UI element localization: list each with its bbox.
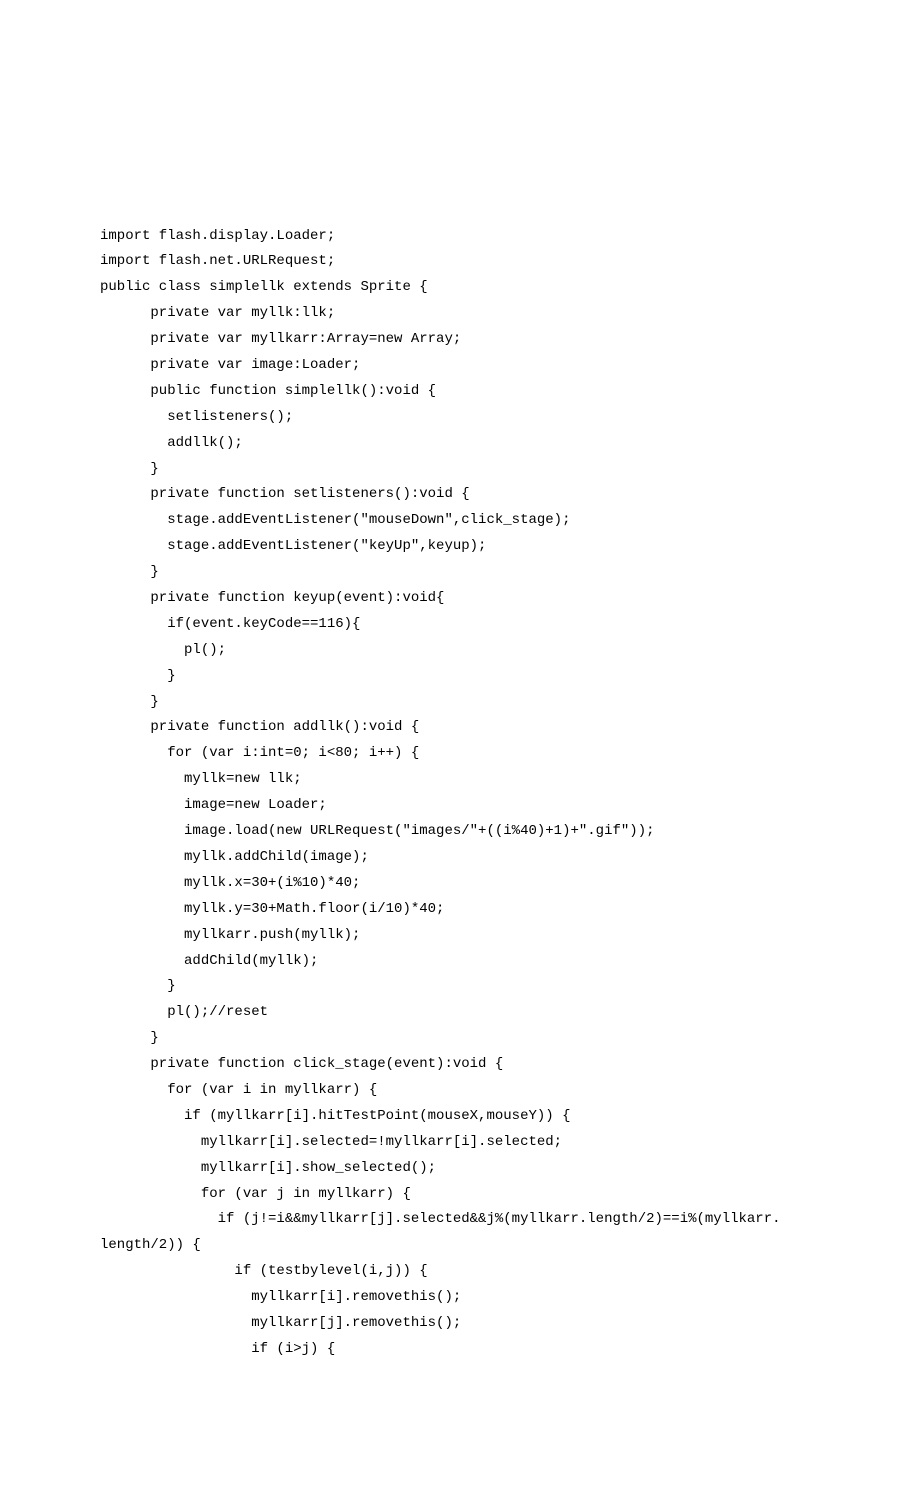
code-line: myllkarr.push(myllk); xyxy=(100,923,820,949)
code-line: myllk.addChild(image); xyxy=(100,845,820,871)
code-line: import flash.net.URLRequest; xyxy=(100,249,820,275)
code-line: if (i>j) { xyxy=(100,1337,820,1363)
code-line: image=new Loader; xyxy=(100,793,820,819)
code-line: image.load(new URLRequest("images/"+((i%… xyxy=(100,819,820,845)
code-line: import flash.display.Loader; xyxy=(100,224,820,250)
code-line: pl();//reset xyxy=(100,1000,820,1026)
code-line: private var myllkarr:Array=new Array; xyxy=(100,327,820,353)
code-line: } xyxy=(100,664,820,690)
code-line: myllk.x=30+(i%10)*40; xyxy=(100,871,820,897)
code-line: } xyxy=(100,1026,820,1052)
code-line: addChild(myllk); xyxy=(100,949,820,975)
code-block: import flash.display.Loader;import flash… xyxy=(100,224,820,1363)
code-line: setlisteners(); xyxy=(100,405,820,431)
code-line: public function simplellk():void { xyxy=(100,379,820,405)
code-line: if(event.keyCode==116){ xyxy=(100,612,820,638)
code-line: if (myllkarr[i].hitTestPoint(mouseX,mous… xyxy=(100,1104,820,1130)
code-line: } xyxy=(100,690,820,716)
code-line: if (j!=i&&myllkarr[j].selected&&j%(myllk… xyxy=(100,1207,820,1233)
code-line: for (var i:int=0; i<80; i++) { xyxy=(100,741,820,767)
code-line: private function setlisteners():void { xyxy=(100,482,820,508)
code-line: for (var j in myllkarr) { xyxy=(100,1182,820,1208)
code-line: } xyxy=(100,974,820,1000)
code-line: myllkarr[i].selected=!myllkarr[i].select… xyxy=(100,1130,820,1156)
code-line: private function keyup(event):void{ xyxy=(100,586,820,612)
code-line: myllkarr[j].removethis(); xyxy=(100,1311,820,1337)
code-line: public class simplellk extends Sprite { xyxy=(100,275,820,301)
code-line: private var myllk:llk; xyxy=(100,301,820,327)
code-line: private function click_stage(event):void… xyxy=(100,1052,820,1078)
code-line: stage.addEventListener("keyUp",keyup); xyxy=(100,534,820,560)
code-line: stage.addEventListener("mouseDown",click… xyxy=(100,508,820,534)
code-line: pl(); xyxy=(100,638,820,664)
code-line: private var image:Loader; xyxy=(100,353,820,379)
code-line: myllk.y=30+Math.floor(i/10)*40; xyxy=(100,897,820,923)
code-line: myllk=new llk; xyxy=(100,767,820,793)
code-line: private function addllk():void { xyxy=(100,715,820,741)
code-line: if (testbylevel(i,j)) { xyxy=(100,1259,820,1285)
code-line: } xyxy=(100,457,820,483)
code-line: myllkarr[i].show_selected(); xyxy=(100,1156,820,1182)
code-line: length/2)) { xyxy=(100,1233,820,1259)
code-line: addllk(); xyxy=(100,431,820,457)
code-line: for (var i in myllkarr) { xyxy=(100,1078,820,1104)
code-line: myllkarr[i].removethis(); xyxy=(100,1285,820,1311)
code-line: } xyxy=(100,560,820,586)
